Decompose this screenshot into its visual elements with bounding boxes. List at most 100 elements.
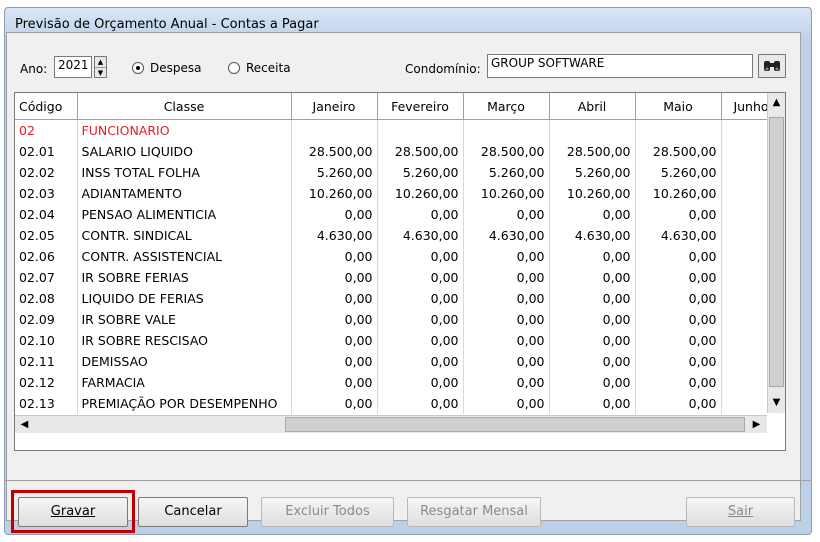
value-cell[interactable]: 10.260,00 bbox=[635, 183, 722, 204]
column-header[interactable]: Março bbox=[463, 93, 550, 120]
codigo-cell[interactable]: 02.09 bbox=[15, 309, 78, 330]
value-cell[interactable]: 0,00 bbox=[291, 246, 378, 267]
value-cell[interactable]: 4.630,00 bbox=[291, 225, 378, 246]
value-cell[interactable]: 0,00 bbox=[463, 204, 550, 225]
classe-cell[interactable]: IR SOBRE FERIAS bbox=[77, 267, 292, 288]
codigo-cell[interactable]: 02 bbox=[15, 119, 78, 141]
scroll-left-icon[interactable]: ◀ bbox=[17, 417, 32, 432]
value-cell[interactable]: 0,00 bbox=[377, 246, 464, 267]
value-cell[interactable]: 0,00 bbox=[291, 288, 378, 309]
column-header[interactable]: Janeiro bbox=[291, 93, 378, 120]
value-cell[interactable]: 0,00 bbox=[291, 372, 378, 393]
horizontal-scrollbar[interactable]: ◀ ▶ bbox=[15, 415, 767, 433]
value-cell[interactable]: 0,00 bbox=[377, 204, 464, 225]
table-row[interactable]: 02.05 CONTR. SINDICAL 4.630,00 4.630,00 4.63… bbox=[15, 225, 782, 246]
value-cell[interactable]: 4.630,00 bbox=[635, 225, 722, 246]
value-cell[interactable]: 4.630,00 bbox=[549, 225, 636, 246]
value-cell[interactable]: 5.260,00 bbox=[463, 162, 550, 183]
value-cell[interactable]: 5.260,00 bbox=[635, 162, 722, 183]
classe-cell[interactable]: IR SOBRE RESCISAO bbox=[77, 330, 292, 351]
table-row[interactable]: 02.02 INSS TOTAL FOLHA 5.260,00 5.260,00 5.2… bbox=[15, 162, 782, 183]
value-cell[interactable]: 0,00 bbox=[549, 372, 636, 393]
codigo-cell[interactable]: 02.12 bbox=[15, 372, 78, 393]
value-cell[interactable]: 0,00 bbox=[635, 351, 722, 372]
value-cell[interactable]: 28.500,00 bbox=[377, 141, 464, 162]
value-cell[interactable]: 0,00 bbox=[549, 288, 636, 309]
codigo-cell[interactable]: 02.08 bbox=[15, 288, 78, 309]
radio-receita[interactable] bbox=[228, 62, 240, 74]
column-header[interactable]: Classe bbox=[77, 93, 292, 120]
codigo-cell[interactable]: 02.10 bbox=[15, 330, 78, 351]
value-cell[interactable]: 10.260,00 bbox=[549, 183, 636, 204]
classe-cell[interactable]: PREMIAÇÃO POR DESEMPENHO bbox=[77, 393, 292, 414]
value-cell[interactable]: 0,00 bbox=[635, 288, 722, 309]
spin-down-icon[interactable]: ▼ bbox=[95, 68, 106, 78]
classe-cell[interactable]: IR SOBRE VALE bbox=[77, 309, 292, 330]
budget-grid[interactable]: Código Classe Janeiro Fevereiro Março Abril Ma… bbox=[14, 92, 786, 451]
value-cell[interactable]: 0,00 bbox=[463, 288, 550, 309]
group-row[interactable]: 02 FUNCIONARIO bbox=[15, 119, 782, 141]
value-cell[interactable]: 4.630,00 bbox=[463, 225, 550, 246]
value-cell[interactable]: 28.500,00 bbox=[463, 141, 550, 162]
column-header[interactable]: Abril bbox=[549, 93, 636, 120]
table-row[interactable]: 02.13 PREMIAÇÃO POR DESEMPENHO 0,00 0,00 0,0… bbox=[15, 393, 782, 414]
value-cell[interactable]: 4.630,00 bbox=[377, 225, 464, 246]
value-cell[interactable]: 0,00 bbox=[549, 204, 636, 225]
value-cell[interactable] bbox=[635, 119, 722, 141]
value-cell[interactable]: 0,00 bbox=[463, 330, 550, 351]
horizontal-scroll-thumb[interactable] bbox=[285, 417, 745, 432]
value-cell[interactable]: 5.260,00 bbox=[549, 162, 636, 183]
value-cell[interactable] bbox=[463, 119, 550, 141]
table-row[interactable]: 02.10 IR SOBRE RESCISAO 0,00 0,00 0,00 0,00 0,… bbox=[15, 330, 782, 351]
codigo-cell[interactable]: 02.11 bbox=[15, 351, 78, 372]
value-cell[interactable]: 5.260,00 bbox=[377, 162, 464, 183]
value-cell[interactable]: 0,00 bbox=[291, 393, 378, 414]
value-cell[interactable]: 0,00 bbox=[549, 309, 636, 330]
value-cell[interactable] bbox=[549, 119, 636, 141]
table-row[interactable]: 02.07 IR SOBRE FERIAS 0,00 0,00 0,00 0,00 0,00 bbox=[15, 267, 782, 288]
value-cell[interactable]: 0,00 bbox=[291, 204, 378, 225]
resgatar-mensal-button[interactable]: Resgatar Mensal bbox=[407, 497, 541, 527]
value-cell[interactable]: 0,00 bbox=[291, 309, 378, 330]
value-cell[interactable]: 0,00 bbox=[549, 393, 636, 414]
classe-cell[interactable]: ADIANTAMENTO bbox=[77, 183, 292, 204]
value-cell[interactable]: 5.260,00 bbox=[291, 162, 378, 183]
value-cell[interactable]: 28.500,00 bbox=[635, 141, 722, 162]
vertical-scroll-thumb[interactable] bbox=[769, 117, 784, 387]
scroll-down-icon[interactable]: ▼ bbox=[769, 395, 784, 410]
table-row[interactable]: 02.01 SALARIO LIQUIDO 28.500,00 28.500,00 28… bbox=[15, 141, 782, 162]
table-row[interactable]: 02.12 FARMACIA 0,00 0,00 0,00 0,00 0,00 bbox=[15, 372, 782, 393]
value-cell[interactable]: 0,00 bbox=[635, 204, 722, 225]
scroll-right-icon[interactable]: ▶ bbox=[749, 417, 764, 432]
codigo-cell[interactable]: 02.06 bbox=[15, 246, 78, 267]
value-cell[interactable]: 0,00 bbox=[377, 372, 464, 393]
vertical-scrollbar[interactable]: ▲ ▼ bbox=[767, 93, 785, 413]
value-cell[interactable]: 0,00 bbox=[463, 246, 550, 267]
table-row[interactable]: 02.09 IR SOBRE VALE 0,00 0,00 0,00 0,00 0,00 bbox=[15, 309, 782, 330]
binoculars-icon[interactable] bbox=[758, 54, 786, 78]
value-cell[interactable]: 0,00 bbox=[291, 267, 378, 288]
value-cell[interactable]: 0,00 bbox=[635, 393, 722, 414]
classe-cell[interactable]: CONTR. SINDICAL bbox=[77, 225, 292, 246]
value-cell[interactable]: 0,00 bbox=[549, 351, 636, 372]
value-cell[interactable]: 0,00 bbox=[291, 330, 378, 351]
column-header[interactable]: Código bbox=[15, 93, 78, 120]
sair-button[interactable]: Sair bbox=[686, 497, 795, 527]
value-cell[interactable]: 0,00 bbox=[549, 267, 636, 288]
value-cell[interactable]: 0,00 bbox=[635, 309, 722, 330]
classe-cell[interactable]: INSS TOTAL FOLHA bbox=[77, 162, 292, 183]
value-cell[interactable]: 28.500,00 bbox=[291, 141, 378, 162]
codigo-cell[interactable]: 02.07 bbox=[15, 267, 78, 288]
value-cell[interactable]: 0,00 bbox=[377, 393, 464, 414]
value-cell[interactable]: 0,00 bbox=[377, 288, 464, 309]
classe-cell[interactable]: FARMACIA bbox=[77, 372, 292, 393]
column-header[interactable]: Fevereiro bbox=[377, 93, 464, 120]
excluir-todos-button[interactable]: Excluir Todos bbox=[261, 497, 394, 527]
codigo-cell[interactable]: 02.04 bbox=[15, 204, 78, 225]
value-cell[interactable] bbox=[291, 119, 378, 141]
value-cell[interactable]: 0,00 bbox=[377, 330, 464, 351]
value-cell[interactable]: 0,00 bbox=[377, 351, 464, 372]
value-cell[interactable]: 0,00 bbox=[377, 267, 464, 288]
value-cell[interactable]: 0,00 bbox=[635, 372, 722, 393]
value-cell[interactable] bbox=[377, 119, 464, 141]
